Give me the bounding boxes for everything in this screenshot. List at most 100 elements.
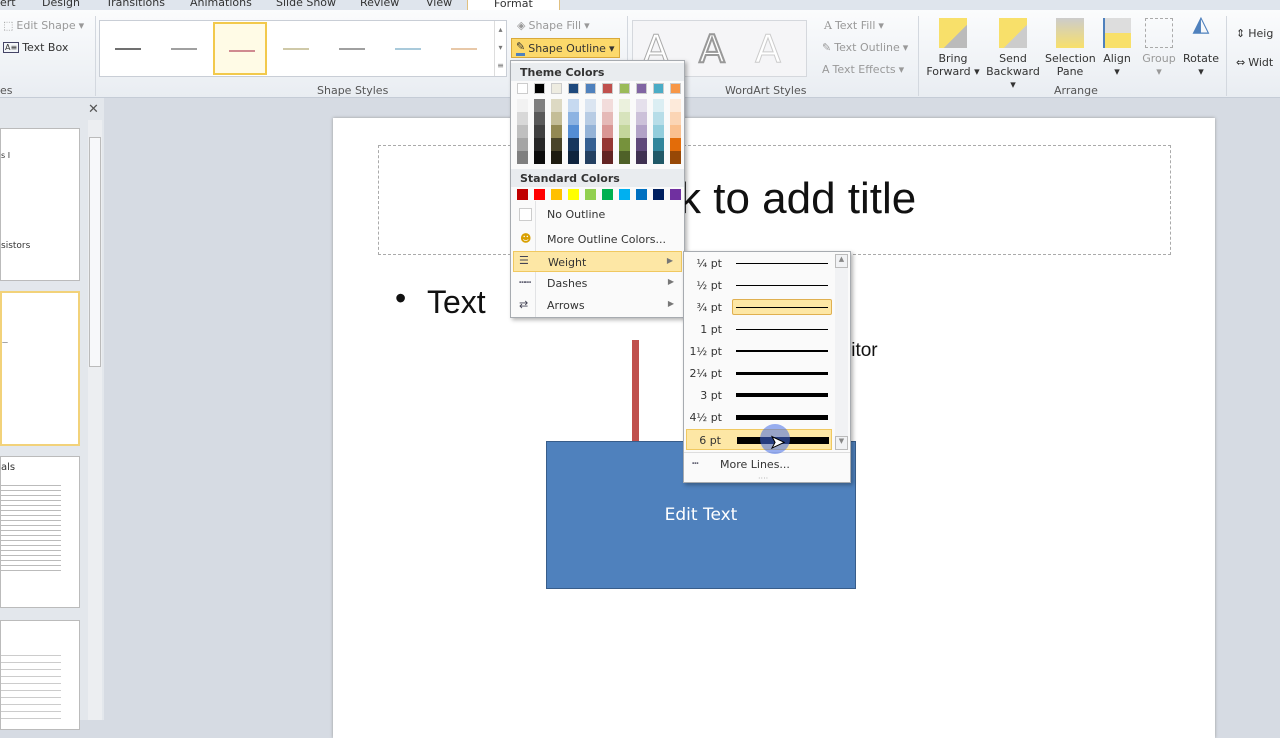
color-swatch[interactable]	[517, 138, 528, 151]
color-swatch[interactable]	[653, 83, 664, 94]
color-swatch[interactable]	[636, 99, 647, 112]
send-backward-button[interactable]: Send Backward ▾	[982, 18, 1044, 91]
shape-outline-button[interactable]: ✎ Shape Outline ▾	[511, 38, 620, 58]
text-fill-button[interactable]: A Text Fill ▾	[824, 19, 884, 32]
tab-design[interactable]: Design	[42, 0, 80, 9]
color-swatch[interactable]	[568, 83, 579, 94]
bring-forward-button[interactable]: Bring Forward ▾	[926, 18, 980, 78]
color-swatch[interactable]	[585, 125, 596, 138]
color-swatch[interactable]	[534, 83, 545, 94]
color-swatch[interactable]	[568, 99, 579, 112]
color-swatch[interactable]	[602, 99, 613, 112]
color-swatch[interactable]	[619, 151, 630, 164]
align-button[interactable]: Align ▾	[1100, 18, 1134, 78]
color-swatch[interactable]	[551, 138, 562, 151]
scroll-down-icon[interactable]: ▼	[835, 436, 848, 450]
color-swatch[interactable]	[517, 125, 528, 138]
color-swatch[interactable]	[602, 112, 613, 125]
color-swatch[interactable]	[585, 151, 596, 164]
slide-thumbnail[interactable]	[0, 620, 80, 730]
more-lines-item[interactable]: ┅ More Lines...	[686, 454, 846, 475]
style-item[interactable]	[437, 22, 491, 75]
weight-option[interactable]: ½ pt	[686, 275, 832, 296]
color-swatch[interactable]	[670, 189, 681, 200]
color-swatch[interactable]	[585, 112, 596, 125]
style-item[interactable]	[269, 22, 323, 75]
color-swatch[interactable]	[653, 112, 664, 125]
color-swatch[interactable]	[636, 112, 647, 125]
color-swatch[interactable]	[568, 189, 579, 200]
color-swatch[interactable]	[551, 189, 562, 200]
color-swatch[interactable]	[670, 83, 681, 94]
text-outline-button[interactable]: ✎ Text Outline ▾	[822, 41, 908, 54]
tab-insert[interactable]: ert	[0, 0, 16, 9]
group-button[interactable]: Group ▾	[1140, 18, 1178, 78]
color-swatch[interactable]	[602, 125, 613, 138]
color-swatch[interactable]	[517, 189, 528, 200]
bullet-text[interactable]: Text	[427, 284, 486, 321]
style-item[interactable]	[157, 22, 211, 75]
color-swatch[interactable]	[636, 151, 647, 164]
color-swatch[interactable]	[653, 99, 664, 112]
height-field[interactable]: ⇕ Heig	[1236, 27, 1273, 40]
color-swatch[interactable]	[653, 125, 664, 138]
color-swatch[interactable]	[517, 99, 528, 112]
color-swatch[interactable]	[551, 112, 562, 125]
color-swatch[interactable]	[568, 112, 579, 125]
text-effects-button[interactable]: A Text Effects ▾	[822, 63, 904, 76]
color-swatch[interactable]	[602, 83, 613, 94]
weight-item[interactable]: ☰ Weight ▶	[513, 251, 682, 272]
arrows-item[interactable]: ⇄ Arrows ▶	[513, 295, 682, 316]
scroll-up-icon[interactable]: ▲	[835, 254, 848, 268]
tab-slide-show[interactable]: Slide Show	[276, 0, 336, 9]
style-item-selected[interactable]	[213, 22, 267, 75]
color-swatch[interactable]	[585, 189, 596, 200]
color-swatch[interactable]	[551, 83, 562, 94]
color-swatch[interactable]	[534, 112, 545, 125]
color-swatch[interactable]	[551, 99, 562, 112]
color-swatch[interactable]	[585, 83, 596, 94]
panel-scrollbar[interactable]	[88, 120, 102, 720]
color-swatch[interactable]	[636, 125, 647, 138]
color-swatch[interactable]	[585, 138, 596, 151]
wordart-style-item[interactable]: A	[698, 26, 726, 72]
color-swatch[interactable]	[517, 151, 528, 164]
weight-option[interactable]: 1 pt	[686, 319, 832, 340]
color-swatch[interactable]	[670, 99, 681, 112]
style-item[interactable]	[381, 22, 435, 75]
color-swatch[interactable]	[619, 99, 630, 112]
color-swatch[interactable]	[551, 125, 562, 138]
weight-option[interactable]: 2¼ pt	[686, 363, 832, 384]
resize-grip-icon[interactable]: ····	[758, 474, 768, 483]
color-swatch[interactable]	[568, 125, 579, 138]
tab-transitions[interactable]: Transitions	[106, 0, 165, 9]
gallery-scroll[interactable]: ▴ ▾ ≡	[494, 21, 506, 76]
color-swatch[interactable]	[636, 83, 647, 94]
rotate-button[interactable]: ◭ Rotate ▾	[1182, 14, 1220, 79]
title-placeholder[interactable]: k to add title	[378, 145, 1171, 255]
color-swatch[interactable]	[517, 112, 528, 125]
color-swatch[interactable]	[534, 138, 545, 151]
color-swatch[interactable]	[517, 83, 528, 94]
weight-option[interactable]: 4½ pt	[686, 407, 832, 428]
color-swatch[interactable]	[670, 112, 681, 125]
weight-option[interactable]: 6 pt	[686, 429, 832, 450]
weight-option[interactable]: ¾ pt	[686, 297, 832, 318]
red-line-shape[interactable]	[632, 340, 639, 441]
no-outline-item[interactable]: No Outline	[513, 204, 682, 225]
slide-thumbnail-selected[interactable]: —	[0, 291, 80, 446]
color-swatch[interactable]	[602, 151, 613, 164]
style-item[interactable]	[101, 22, 155, 75]
color-swatch[interactable]	[585, 99, 596, 112]
slide-thumbnail[interactable]: als	[0, 456, 80, 608]
color-swatch[interactable]	[636, 189, 647, 200]
width-field[interactable]: ⇔ Widt	[1236, 56, 1273, 69]
color-swatch[interactable]	[619, 112, 630, 125]
tab-review[interactable]: Review	[360, 0, 399, 9]
weight-scrollbar[interactable]: ▲ ▼	[835, 254, 848, 450]
weight-option[interactable]: 1½ pt	[686, 341, 832, 362]
color-swatch[interactable]	[619, 83, 630, 94]
selection-pane-button[interactable]: Selection Pane	[1045, 18, 1096, 78]
color-swatch[interactable]	[602, 138, 613, 151]
color-swatch[interactable]	[619, 125, 630, 138]
